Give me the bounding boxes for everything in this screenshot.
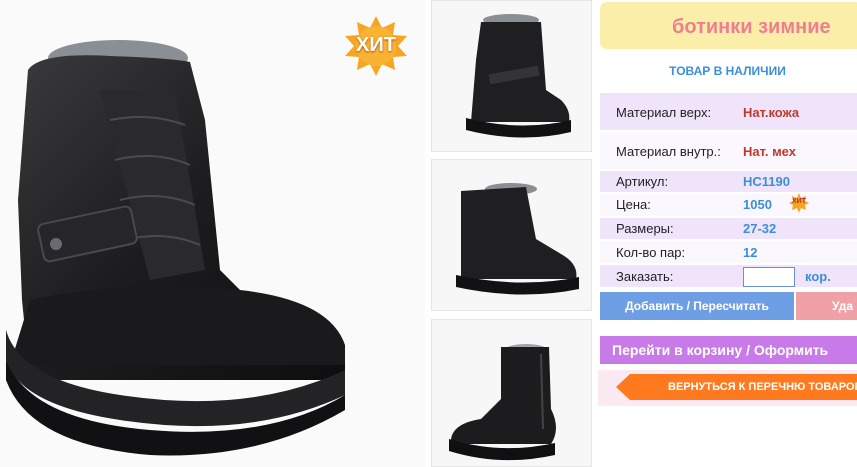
main-product-photo[interactable]: ХИТ xyxy=(0,0,425,467)
spec-row-material-top: Материал верх: Нат.кожа xyxy=(600,93,857,130)
spec-label: Материал внутр.: xyxy=(616,144,721,159)
spec-value: Нат.кожа xyxy=(743,105,800,120)
spec-value: НС1190 xyxy=(743,174,790,189)
spec-value: 12 xyxy=(743,245,758,260)
spec-label: Материал верх: xyxy=(616,105,712,120)
stock-status: ТОВАР В НАЛИЧИИ xyxy=(669,64,786,78)
spec-row-material-inner: Материал внутр.: Нат. мех xyxy=(600,133,857,169)
hit-badge-label: ХИТ xyxy=(356,34,396,56)
spec-label: Артикул: xyxy=(616,174,669,189)
back-button-container: ВЕРНУТЬСЯ К ПЕРЕЧНЮ ТОВАРОВ xyxy=(598,370,857,406)
mini-hit-label: ХИТ xyxy=(792,198,806,205)
go-to-cart-button[interactable]: Перейти в корзину / Оформить xyxy=(600,336,857,364)
thumbnail-1[interactable] xyxy=(431,0,592,152)
thumbnail-3[interactable] xyxy=(431,319,592,467)
spec-row-sizes: Размеры: 27-32 xyxy=(600,218,857,239)
price-value: 1050 xyxy=(743,197,772,212)
spec-value: 27-32 xyxy=(743,221,777,236)
boot-thumb-2-image xyxy=(456,183,579,295)
order-label: Заказать: xyxy=(616,269,674,284)
mini-hit-badge: ХИТ xyxy=(788,192,810,214)
spec-row-article: Артикул: НС1190 xyxy=(600,171,857,192)
spec-row-pairs: Кол-во пар: 12 xyxy=(600,241,857,263)
spec-row-price: Цена: 1050 ХИТ xyxy=(600,192,857,216)
boot-thumb-3-image xyxy=(449,344,556,461)
product-title: ботинки зимние xyxy=(672,16,831,38)
delete-button[interactable]: Уда xyxy=(796,292,857,320)
spec-label: Кол-во пар: xyxy=(616,245,686,260)
hit-badge: ХИТ xyxy=(340,14,412,78)
title-box: ботинки зимние xyxy=(600,2,857,49)
boot-thumb-1-image xyxy=(466,14,571,138)
back-to-list-button[interactable]: ВЕРНУТЬСЯ К ПЕРЕЧНЮ ТОВАРОВ xyxy=(616,374,857,400)
order-row: Заказать: кор. xyxy=(600,265,857,287)
add-recalculate-button[interactable]: Добавить / Пересчитать xyxy=(600,292,794,320)
thumbnail-2[interactable] xyxy=(431,159,592,311)
product-info-panel: ботинки зимние ТОВАР В НАЛИЧИИ Материал … xyxy=(598,0,857,467)
order-unit: кор. xyxy=(805,269,831,284)
spec-value: Нат. мех xyxy=(743,144,796,159)
spec-label: Размеры: xyxy=(616,221,674,236)
spec-label: Цена: xyxy=(616,197,651,212)
order-quantity-input[interactable] xyxy=(743,267,795,287)
